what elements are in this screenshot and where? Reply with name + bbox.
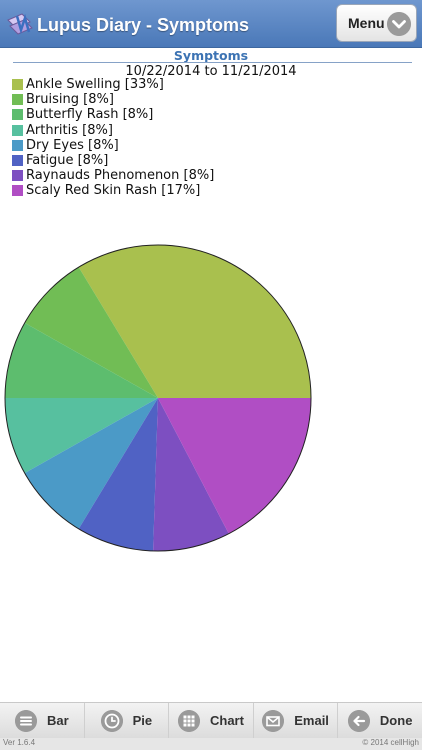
legend-label: Bruising [8%] <box>26 92 114 108</box>
footer-bar: Ver 1.6.4 © 2014 cellHigh <box>0 738 422 750</box>
list-icon <box>14 709 37 732</box>
legend-item: Scaly Red Skin Rash [17%] <box>12 183 214 198</box>
legend-label: Raynauds Phenomenon [8%] <box>26 168 215 184</box>
bar-button[interactable]: Bar <box>0 703 85 738</box>
chart-button-label: Chart <box>210 713 244 728</box>
legend-swatch <box>12 109 23 121</box>
legend-label: Dry Eyes [8%] <box>26 137 119 153</box>
email-button-label: Email <box>294 713 329 728</box>
legend-swatch <box>12 155 23 167</box>
app-header: Lupus Diary - Symptoms Menu <box>0 0 422 48</box>
legend-item: Ankle Swelling [33%] <box>12 77 214 92</box>
legend-swatch <box>12 185 23 197</box>
legend-item: Raynauds Phenomenon [8%] <box>12 168 214 183</box>
legend-swatch <box>12 79 23 91</box>
legend-label: Ankle Swelling [33%] <box>26 77 164 93</box>
bottom-toolbar: Bar Pie Chart Email Done <box>0 702 422 738</box>
clock-icon <box>100 709 123 732</box>
done-button[interactable]: Done <box>338 703 422 738</box>
copyright-text: © 2014 cellHigh <box>362 738 419 747</box>
back-arrow-icon <box>347 709 370 732</box>
legend-swatch <box>12 170 23 182</box>
legend-swatch <box>12 124 23 136</box>
legend-label: Fatigue [8%] <box>26 153 109 169</box>
page-title: Lupus Diary - Symptoms <box>37 15 250 35</box>
menu-button[interactable]: Menu <box>336 4 417 42</box>
envelope-icon <box>262 709 285 732</box>
pie-chart <box>4 244 312 552</box>
legend-item: Dry Eyes [8%] <box>12 138 214 153</box>
legend-label: Butterfly Rash [8%] <box>26 107 154 123</box>
legend-item: Bruising [8%] <box>12 92 214 107</box>
legend-item: Fatigue [8%] <box>12 153 214 168</box>
done-button-label: Done <box>379 713 413 728</box>
app-logo-icon <box>7 13 33 35</box>
chart-button[interactable]: Chart <box>169 703 254 738</box>
menu-button-label: Menu <box>348 15 385 31</box>
legend-swatch <box>12 139 23 151</box>
legend-item: Arthritis [8%] <box>12 123 214 138</box>
legend-label: Arthritis [8%] <box>26 122 113 138</box>
chart-legend: Ankle Swelling [33%] Bruising [8%] Butte… <box>12 77 214 199</box>
chevron-down-icon <box>387 12 411 36</box>
grid-icon <box>178 709 200 732</box>
title-divider <box>13 62 412 63</box>
email-button[interactable]: Email <box>254 703 339 738</box>
legend-swatch <box>12 94 23 106</box>
legend-item: Butterfly Rash [8%] <box>12 107 214 122</box>
legend-label: Scaly Red Skin Rash [17%] <box>26 183 201 199</box>
bar-button-label: Bar <box>46 713 69 728</box>
chart-title: Symptoms <box>173 48 249 63</box>
pie-button-label: Pie <box>132 713 153 728</box>
pie-button[interactable]: Pie <box>85 703 170 738</box>
version-text: Ver 1.6.4 <box>3 738 36 747</box>
